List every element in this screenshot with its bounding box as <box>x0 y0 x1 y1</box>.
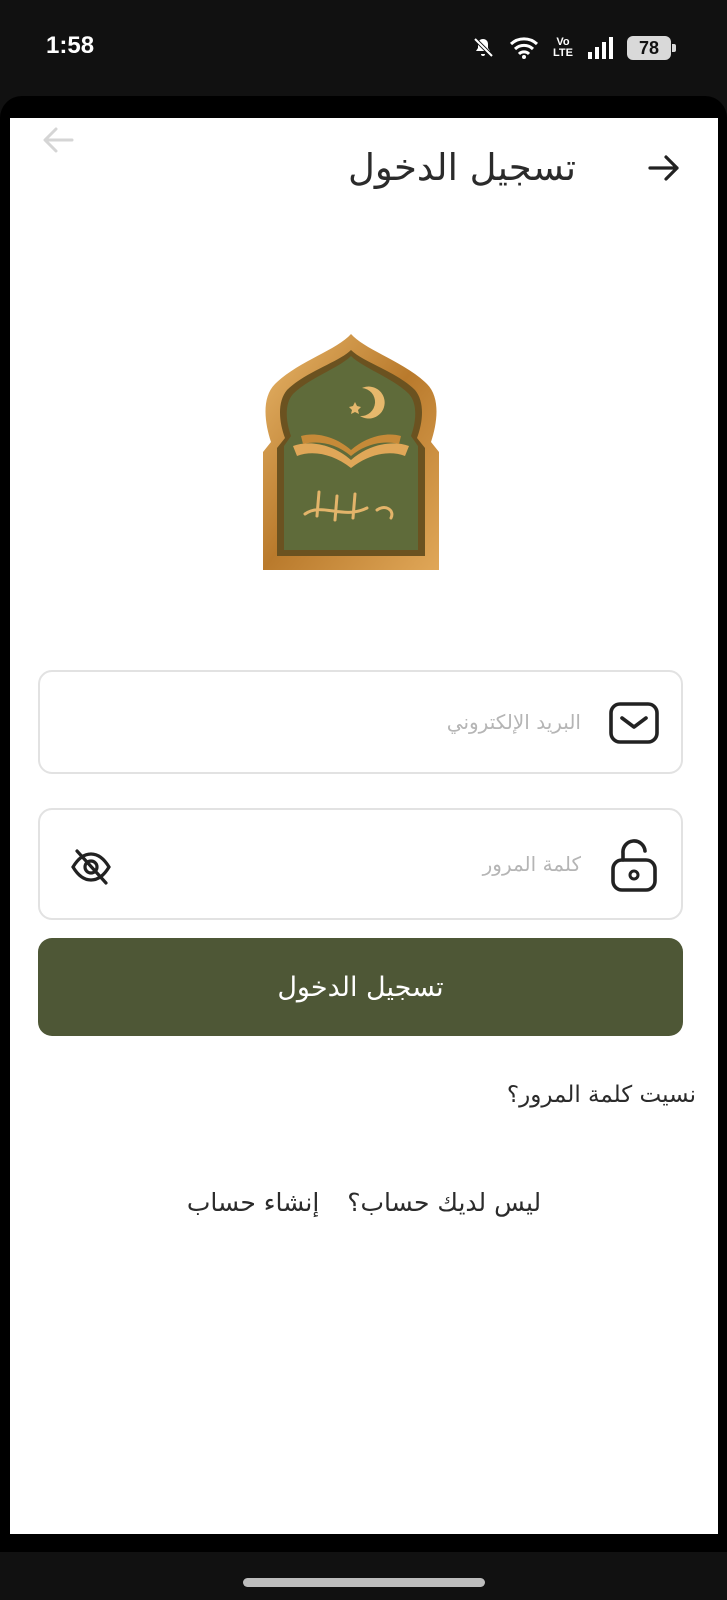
password-field[interactable] <box>38 808 683 920</box>
wifi-icon <box>510 37 539 59</box>
network-type: Vo LTE <box>553 37 573 59</box>
unlock-icon <box>611 839 657 892</box>
mute-icon <box>473 37 494 58</box>
battery-indicator: 78 <box>627 36 676 60</box>
no-account-text: ليس لديك حساب؟ <box>347 1188 542 1217</box>
login-screen: تسجيل الدخول البريد الإلكتروني تسجيل الد… <box>10 118 718 1534</box>
eye-off-icon[interactable] <box>70 846 112 888</box>
login-button[interactable]: تسجيل الدخول <box>38 938 683 1036</box>
page-title: تسجيل الدخول <box>348 146 576 189</box>
home-indicator[interactable] <box>243 1578 485 1587</box>
signal-icon <box>588 37 613 59</box>
status-icons: Vo LTE 78 <box>471 32 676 64</box>
status-time: 1:58 <box>46 32 95 59</box>
password-input[interactable] <box>161 810 581 918</box>
network-type-bottom: LTE <box>553 47 573 59</box>
status-bar: 1:58 Vo LTE 78 <box>0 0 727 96</box>
faint-back-arrow-icon <box>43 127 74 153</box>
app-logo <box>263 334 439 570</box>
signup-row: ليس لديك حساب؟ إنشاء حساب <box>10 1188 718 1217</box>
mail-icon <box>609 702 659 744</box>
email-field[interactable] <box>38 670 683 774</box>
arrow-right-icon[interactable] <box>644 148 684 188</box>
forgot-password-link[interactable]: نسيت كلمة المرور؟ <box>507 1082 696 1108</box>
email-input[interactable] <box>161 672 581 772</box>
create-account-link[interactable]: إنشاء حساب <box>187 1188 319 1217</box>
